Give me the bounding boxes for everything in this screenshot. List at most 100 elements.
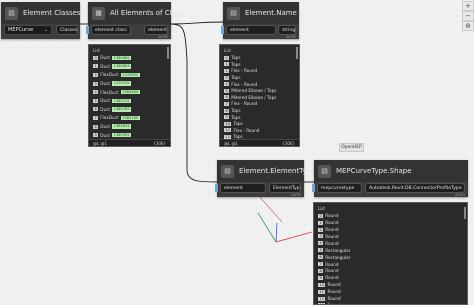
list-item-index: 2 — [318, 227, 324, 232]
output-port-string[interactable]: string — [278, 25, 296, 35]
list-item[interactable]: 2 Flex - Round — [224, 68, 257, 74]
node-header[interactable]: ▤ Element Classes — [1, 2, 81, 24]
element-id-tag[interactable]: 1379376 — [112, 81, 132, 86]
list-item[interactable]: 5 Rectangular — [318, 248, 350, 254]
input-port-mepcurvetype[interactable]: mepcurvetype — [317, 183, 362, 193]
element-id-tag[interactable]: 1360683 — [112, 64, 132, 69]
list-item-text: Round — [325, 227, 339, 233]
list-item[interactable]: 11 Flex - Round — [224, 128, 259, 134]
fit-view-icon[interactable]: ⊕ — [462, 21, 474, 31]
list-item[interactable]: 0 Round — [318, 213, 338, 219]
output-port-elements[interactable]: elements — [144, 25, 168, 35]
output-port-elementtype[interactable]: ElementType — [269, 183, 301, 193]
preview-scrollbar[interactable] — [464, 207, 466, 219]
list-item[interactable]: 5 Mitered Elbows / Taps — [224, 88, 276, 94]
node-element-name[interactable]: ▤ Element.Name element string AUTO — [221, 2, 299, 39]
list-item-index: 3 — [318, 234, 324, 239]
zoom-in-icon[interactable]: + — [462, 1, 474, 11]
list-item-index: 6 — [318, 255, 324, 260]
list-item-text: Taps — [231, 108, 241, 114]
list-item-text: Round — [325, 220, 339, 226]
list-item[interactable]: 11 Round — [318, 289, 341, 295]
output-port-connectorprofiletype[interactable]: Autodesk.Revit.DB.ConnectorProfileType — [365, 183, 465, 193]
list-item[interactable]: 1 Duct 1360683 — [93, 64, 132, 70]
node-header[interactable]: ▤ MEPCurveType.Shape — [314, 160, 468, 182]
element-id-tag[interactable]: 1380483 — [120, 89, 140, 95]
input-port-element[interactable]: element — [226, 25, 276, 35]
list-item[interactable]: 6 Mitered Elbows / Taps — [224, 95, 276, 101]
list-item-index: 6 — [93, 107, 99, 112]
element-id-tag[interactable]: 1385854 — [112, 124, 132, 129]
list-item-text: Round — [327, 296, 341, 302]
list-item[interactable]: 6 Duct 1385765 — [93, 106, 132, 113]
node-title: Element Classes — [23, 9, 81, 17]
preview-scrollbar[interactable] — [296, 47, 298, 59]
list-item[interactable]: 10 Round — [318, 282, 341, 288]
list-item[interactable]: 3 Taps — [224, 75, 241, 81]
list-item[interactable]: 0 Taps — [224, 55, 241, 61]
node-mepcurvetype-shape[interactable]: ▤ MEPCurveType.Shape mepcurvetype Autode… — [312, 160, 468, 197]
list-item[interactable]: 3 Duct 1379376 — [93, 81, 132, 87]
list-item[interactable]: 3 Round — [318, 234, 338, 240]
element-id-tag[interactable]: 1360662 — [112, 55, 132, 60]
list-item[interactable]: 0 Duct 1360662 — [93, 55, 132, 61]
node-header[interactable]: ▦ All Elements of Class — [88, 2, 183, 24]
list-item-text: Rectangular — [325, 247, 351, 253]
list-item-index: 5 — [93, 98, 99, 103]
element-id-tag[interactable]: 1385905 — [112, 132, 132, 138]
list-item[interactable]: 4 FlexDuct 1380483 — [93, 89, 140, 95]
preview-scrollbar[interactable] — [167, 47, 169, 59]
list-item-index: 1 — [318, 220, 324, 225]
list-item[interactable]: 10 Taps — [224, 121, 243, 127]
input-port-marker — [312, 184, 315, 192]
list-item[interactable]: 1 Taps — [224, 62, 241, 68]
list-item[interactable]: 12 Round — [318, 296, 341, 302]
input-port-element-class[interactable]: element class — [91, 25, 131, 35]
list-item[interactable]: 2 Round — [318, 227, 338, 233]
elements-node-icon: ▦ — [92, 6, 105, 20]
class-dropdown[interactable]: MEPCurve ⌄ — [4, 25, 52, 35]
element-id-tag[interactable]: 1385722 — [112, 98, 132, 103]
input-port-element[interactable]: element — [220, 183, 266, 193]
list-item-text: Round — [325, 233, 339, 239]
list-item[interactable]: 5 Duct 1385722 — [93, 98, 132, 104]
node-element-classes[interactable]: ▤ Element Classes MEPCurve ⌄ Classes — [1, 2, 81, 39]
list-item-text: Taps — [231, 114, 241, 120]
output-port-classes[interactable]: Classes — [56, 25, 78, 35]
list-item[interactable]: 6 Rectangular — [318, 254, 350, 260]
lacing-label: AUTO — [286, 35, 296, 39]
preview-shapes[interactable]: List 0 Round 1 Round 2 Round 3 Round 4 Round 5 Rect… — [313, 202, 468, 305]
list-item[interactable]: 4 Flex - Round — [224, 81, 257, 87]
list-item[interactable]: 7 Flex - Round — [224, 101, 257, 107]
list-item[interactable]: 7 Round — [318, 261, 338, 267]
list-item[interactable]: 9 Round — [318, 275, 338, 281]
node-header[interactable]: ▤ Element.Name — [223, 2, 299, 24]
list-item-text: Taps — [233, 121, 243, 127]
preview-names[interactable]: List 0 Taps 1 Taps 2 Flex - Round 3 Taps 4 Flex -… — [219, 44, 300, 147]
list-item[interactable]: 8 Round — [318, 268, 338, 274]
element-id-tag[interactable]: 1385785 — [120, 115, 140, 121]
list-item-text: Duct — [100, 106, 111, 112]
list-item[interactable]: 2 FlexDuct 1379292 — [93, 72, 140, 78]
list-item[interactable]: 7 FlexDuct 1385785 — [93, 115, 140, 121]
list-item[interactable]: 4 Round — [318, 241, 338, 247]
preview-level-label: @L @1 — [224, 140, 239, 146]
list-item[interactable]: 1 Round — [318, 220, 338, 226]
list-item[interactable]: 9 Duct 1385905 — [93, 132, 132, 138]
element-id-tag[interactable]: 1385765 — [112, 107, 132, 112]
list-item-text: Round — [325, 261, 339, 267]
class-dropdown-value: MEPCurve — [8, 27, 34, 33]
list-item-text: Flex - Round — [233, 127, 260, 133]
list-item[interactable]: 9 Taps — [224, 114, 241, 120]
node-all-elements-of-class[interactable]: ▦ All Elements of Class element class el… — [86, 2, 183, 39]
node-header[interactable]: ▤ Element.ElementType — [217, 160, 315, 182]
preview-elements[interactable]: List 0 Duct 1360662 1 Duct 1360683 2 FlexDuct 13… — [88, 44, 171, 147]
list-item[interactable]: 8 Taps — [224, 108, 241, 114]
list-item-index: 4 — [224, 82, 230, 87]
list-item[interactable]: 8 Duct 1385854 — [93, 124, 132, 130]
element-id-tag[interactable]: 1379292 — [120, 72, 140, 78]
zoom-out-icon[interactable]: − — [462, 11, 474, 21]
list-item-index: 7 — [224, 101, 230, 106]
node-element-elementtype[interactable]: ▤ Element.ElementType element ElementTyp… — [215, 160, 315, 197]
list-item-index: 3 — [93, 81, 99, 86]
